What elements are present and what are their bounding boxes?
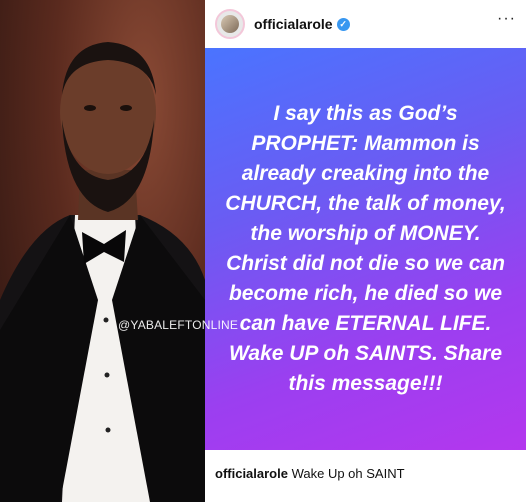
- post-username[interactable]: officialarole: [254, 16, 333, 32]
- post-header: officialarole ✓ ···: [205, 0, 526, 48]
- caption-text: Wake Up oh SAINT: [291, 466, 405, 481]
- post-caption: officialarole Wake Up oh SAINT: [215, 466, 405, 481]
- avatar[interactable]: [215, 9, 245, 39]
- post-message: I say this as God’s PROPHET: Mammon is a…: [225, 102, 506, 395]
- portrait-illustration: [0, 42, 205, 502]
- more-options-icon[interactable]: ···: [497, 10, 516, 28]
- instagram-post: officialarole ✓ ··· I say this as God’s …: [205, 0, 526, 502]
- portrait-photo: [0, 0, 205, 502]
- avatar-image: [221, 15, 239, 33]
- caption-username[interactable]: officialarole: [215, 466, 288, 481]
- post-image: I say this as God’s PROPHET: Mammon is a…: [205, 48, 526, 450]
- verified-badge-icon: ✓: [336, 17, 350, 31]
- watermark-text: @YABALEFTONLINE: [118, 318, 239, 332]
